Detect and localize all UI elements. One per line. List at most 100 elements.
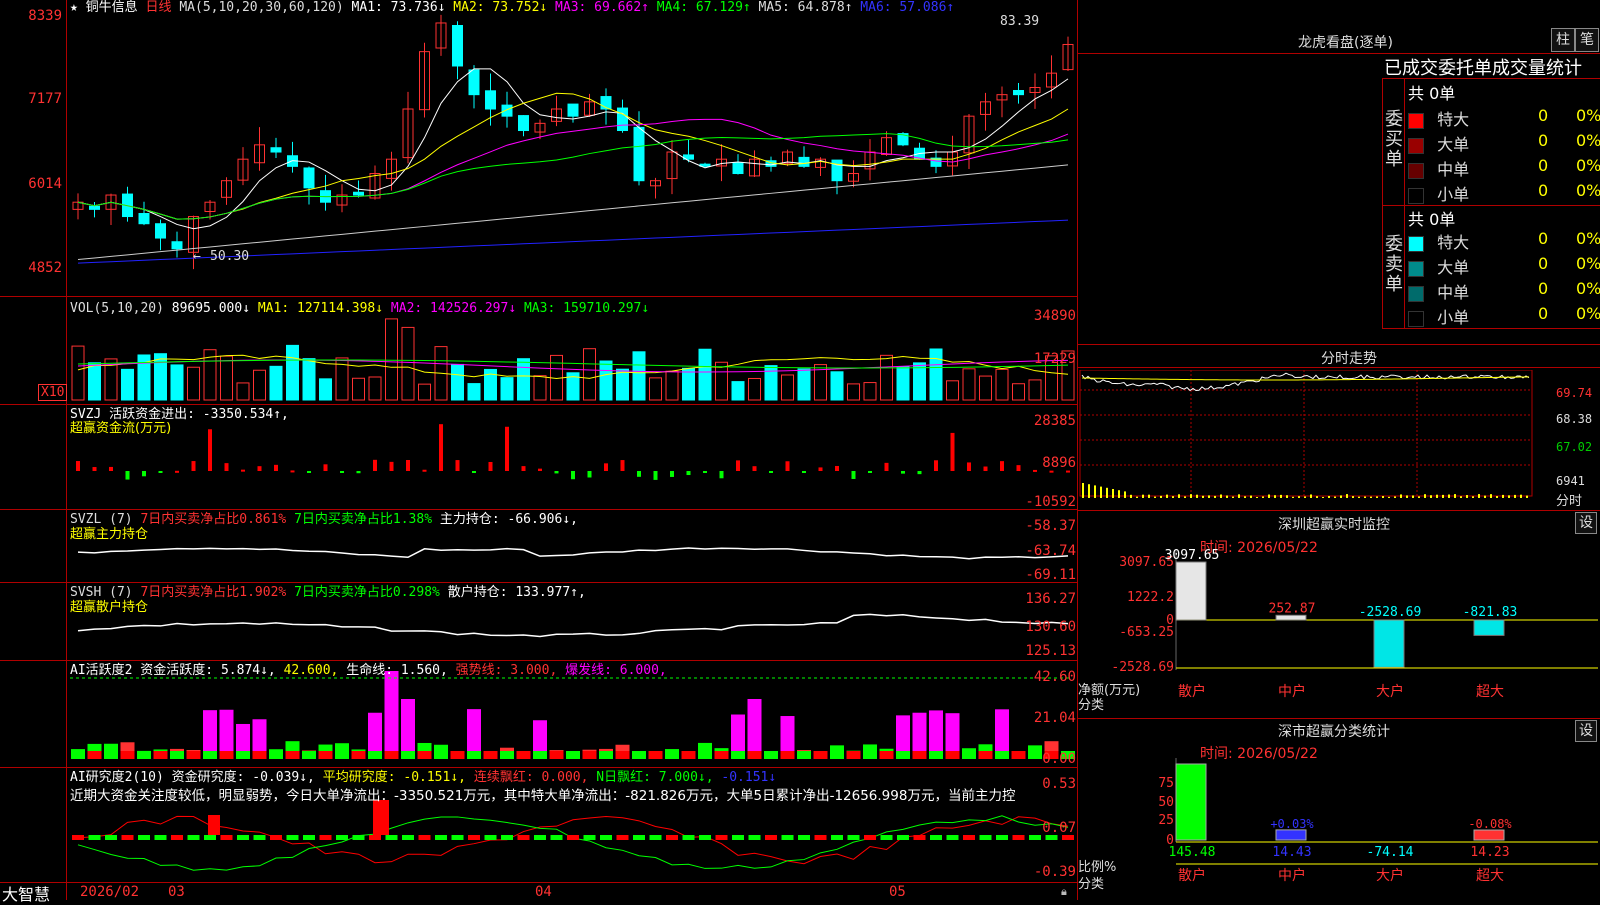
classify-y-label: 75 [1158, 776, 1174, 791]
activity-base-bar [731, 751, 745, 759]
research-bar [154, 835, 167, 840]
volume-bar [451, 363, 464, 401]
intraday-volume-bar [1220, 494, 1222, 498]
intraday-volume-bar [1268, 494, 1270, 498]
intraday-volume-bar [1118, 490, 1120, 498]
capital-flow-bar [967, 462, 971, 471]
capital-flow-bar [439, 424, 443, 471]
capital-flow-bar [175, 470, 179, 473]
activity-base-bar [351, 751, 366, 759]
volume-bar [830, 371, 844, 401]
star-icon: ★ [70, 0, 78, 15]
activity-base-bar [236, 751, 250, 759]
volume-bar [698, 348, 712, 401]
order-pct: 0% [1576, 304, 1600, 323]
intraday-volume-bar [1232, 496, 1234, 498]
intraday-volume-bar [1244, 496, 1246, 498]
order-pct: 0% [1576, 279, 1600, 298]
intraday-volume-bar [1406, 495, 1408, 498]
volume-bar [748, 377, 761, 401]
activity-bar [401, 699, 415, 759]
order-color-swatch [1408, 285, 1424, 302]
candle-body [155, 223, 166, 239]
intraday-volume-bar [1088, 484, 1090, 498]
research-bar [105, 835, 117, 840]
intraday-volume-bar [1388, 496, 1390, 498]
vol-ma2: MA2: 142526.297↓ [390, 301, 517, 316]
intraday-volume-bar [1100, 486, 1102, 498]
y-label-main-1: 8339 [28, 8, 62, 24]
volume-bar [220, 355, 233, 401]
intraday-volume-bar [1148, 494, 1150, 498]
candlestick-chart[interactable] [0, 0, 1078, 900]
intraday-volume-bar [1448, 494, 1450, 498]
order-color-swatch [1408, 187, 1424, 204]
intraday-volume-bar [1430, 495, 1432, 498]
capital-flow-bar [191, 461, 196, 471]
activity-bar [384, 671, 399, 759]
candle-body [567, 103, 579, 117]
capital-flow-bar [307, 471, 311, 473]
intraday-volume-bar [1364, 496, 1366, 498]
research-bar [798, 835, 810, 840]
volume-bar [517, 358, 530, 401]
sz-classify-chart: 7550250145.48散户+0.03%14.43中户-74.14大户-0.0… [1158, 758, 1598, 884]
volume-bar [583, 348, 596, 401]
period-label[interactable]: 日线 [146, 0, 172, 15]
activity-base-bar [549, 751, 564, 759]
volume-bar [880, 354, 893, 401]
brand-label: 大智慧 [2, 885, 51, 904]
bar-view-button[interactable]: 柱 [1551, 28, 1575, 52]
svsh-subtitle: 超赢散户持仓 [70, 600, 149, 615]
activity-base-bar [566, 751, 580, 759]
ai-active-header-b: 42.600, [283, 663, 339, 678]
capital-flow-bar [224, 463, 229, 471]
volume-bar [781, 374, 794, 401]
volume-bar [616, 368, 629, 401]
volume-bar [1012, 383, 1025, 401]
intraday-volume-bar [1502, 494, 1504, 498]
lock-icon[interactable]: 🔒︎ [1061, 885, 1067, 899]
research-spike-bar [208, 815, 220, 835]
order-label: 中单 [1437, 160, 1470, 179]
intraday-volume-bar [1172, 496, 1174, 498]
order-color-swatch [1408, 235, 1424, 252]
intraday-volume-bar [1256, 496, 1258, 498]
y-label-svsh-2: 130.60 [1025, 619, 1076, 635]
intraday-volume-bar [1106, 487, 1108, 498]
intraday-volume-bar [1310, 494, 1312, 498]
y-label-svsh-1: 136.27 [1025, 591, 1076, 607]
volume-bar [995, 368, 1009, 401]
capital-flow-bar [340, 471, 344, 473]
capital-flow-bar [389, 461, 394, 471]
sell-total: 共 0单 [1408, 210, 1456, 229]
intraday-chart[interactable] [1078, 370, 1600, 520]
chart-area[interactable]: ★ 铜牛信息 日线 MA(5,10,20,30,60,120) MA1: 73.… [0, 0, 1078, 904]
intraday-volume-bar [1418, 496, 1420, 498]
intraday-volume-bar [1412, 495, 1414, 498]
capital-flow-bar [290, 470, 295, 473]
svzl-subtitle: 超赢主力持仓 [70, 527, 149, 542]
tick-view-button[interactable]: 笔 [1575, 28, 1599, 52]
ai-research-header-c: 连续飘红: 0.000, [473, 770, 589, 785]
capital-flow-bar [950, 432, 955, 471]
order-color-swatch [1408, 162, 1424, 179]
research-bar [253, 835, 266, 840]
classify-category-label: 散户 [1178, 867, 1206, 884]
intraday-volume-bar [1166, 494, 1168, 498]
intraday-volume-bar [1478, 494, 1480, 498]
research-bar [633, 835, 645, 840]
low-marker: 50.30 [210, 249, 250, 264]
intraday-volume-bar [1436, 494, 1438, 498]
candle-body [353, 191, 364, 196]
order-row: 特大 0 0% [1408, 229, 1600, 252]
capital-flow-bar [257, 466, 262, 471]
svzl-header-a: SVZL (7) [70, 512, 133, 527]
capital-flow-bar [653, 471, 658, 480]
activity-base-bar [434, 751, 448, 759]
intraday-price-line [1081, 372, 1530, 392]
svsh-header-a: SVSH (7) [70, 585, 133, 600]
stock-name: 铜牛信息 [85, 0, 138, 15]
candle-body [270, 147, 282, 153]
activity-base-bar [962, 751, 976, 759]
